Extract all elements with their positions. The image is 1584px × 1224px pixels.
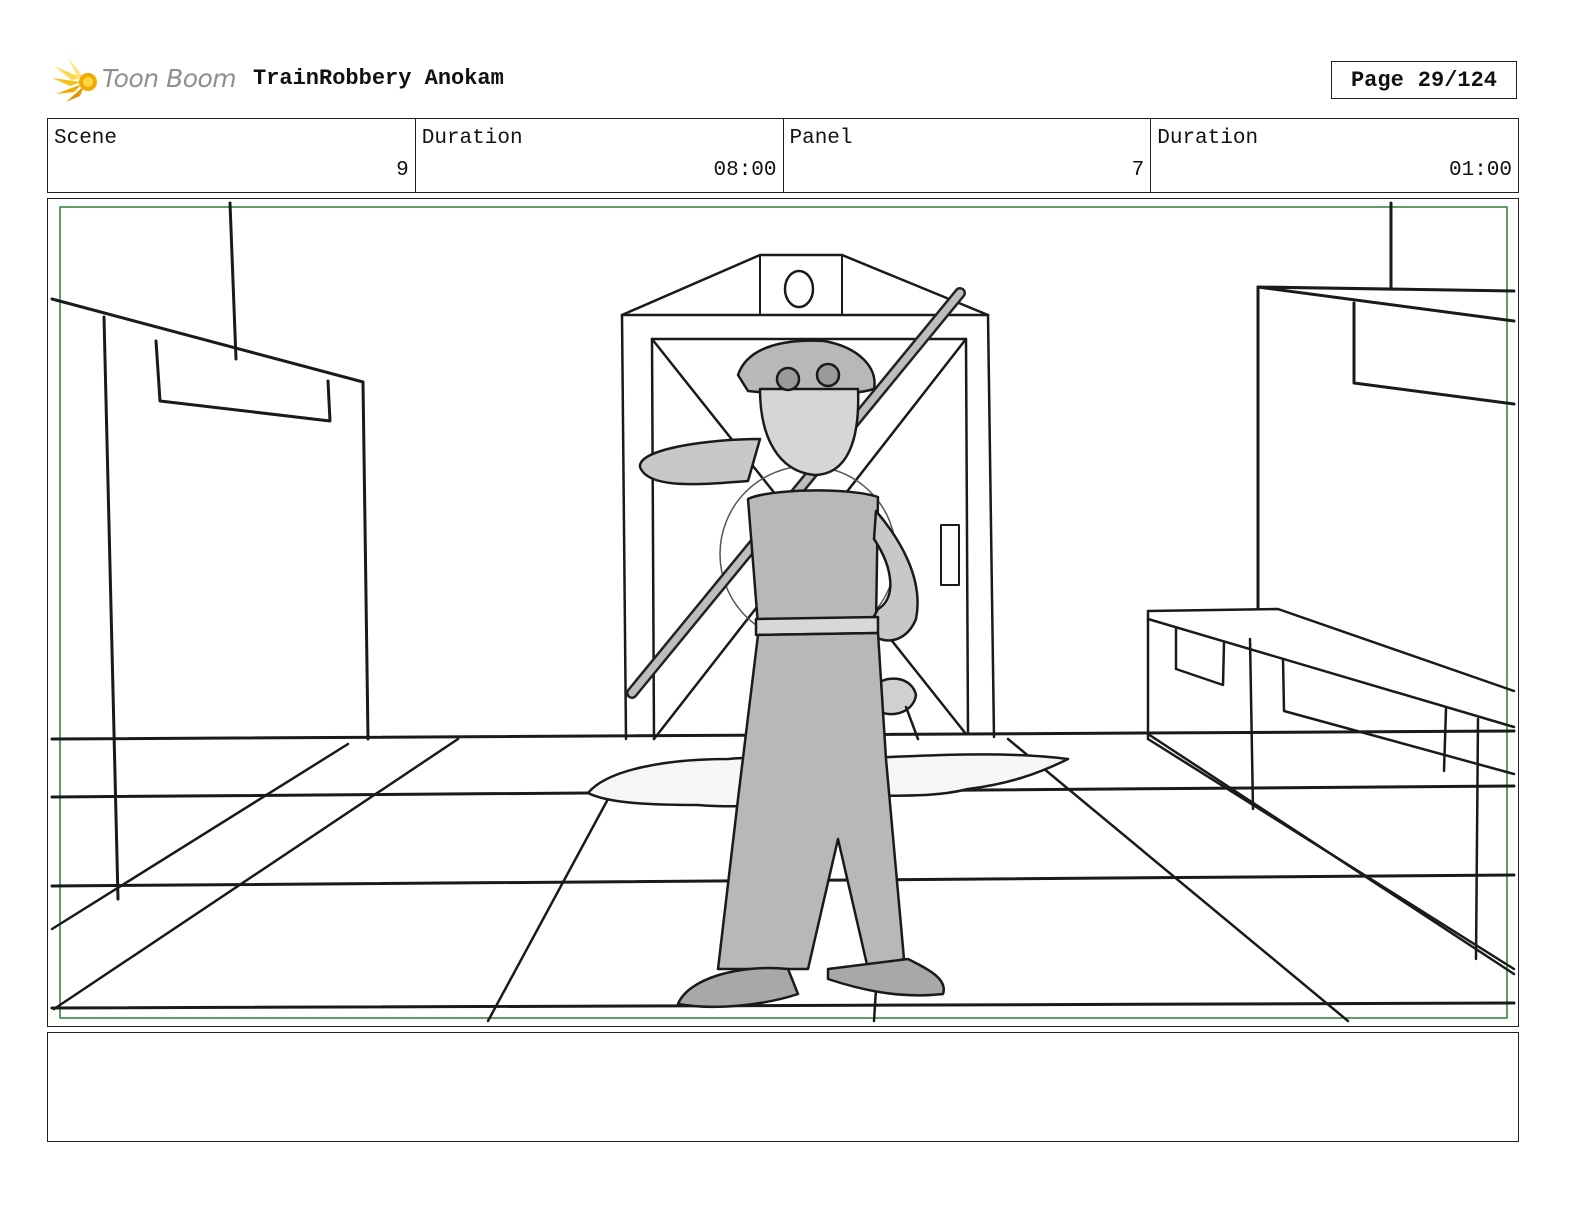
panel-value: 7 — [1131, 159, 1145, 182]
scene-duration-label: Duration — [421, 127, 523, 150]
scene-label: Scene — [54, 127, 118, 150]
storyboard-panel — [47, 198, 1519, 1027]
toon-boom-logo-icon — [52, 58, 97, 102]
project-title: TrainRobbery Anokam — [253, 66, 504, 91]
page-header: Toon Boom TrainRobbery Anokam Page 29/12… — [0, 0, 1584, 118]
page-indicator: Page 29/124 — [1331, 61, 1517, 99]
right-wall-block — [1256, 201, 1516, 611]
panel-label: Panel — [789, 127, 853, 150]
scene-cell: Scene 9 — [48, 119, 416, 192]
panel-cell: Panel 7 — [784, 119, 1152, 192]
panel-duration-value: 01:00 — [1448, 159, 1512, 182]
panel-duration-cell: Duration 01:00 — [1151, 119, 1518, 192]
panel-sketch — [50, 201, 1516, 1023]
page-number: 29/124 — [1417, 67, 1498, 93]
character-figure — [638, 339, 945, 1009]
panel-notes — [47, 1032, 1519, 1142]
scene-duration-cell: Duration 08:00 — [416, 119, 784, 192]
panel-info-row: Scene 9 Duration 08:00 Panel 7 Duration … — [47, 118, 1519, 193]
panel-duration-label: Duration — [1157, 127, 1259, 150]
page-label: Page — [1350, 67, 1404, 93]
logo-text: Toon Boom — [102, 64, 237, 93]
scene-value: 9 — [396, 159, 409, 182]
toon-boom-logo: Toon Boom — [52, 56, 242, 106]
scene-duration-value: 08:00 — [713, 159, 777, 182]
